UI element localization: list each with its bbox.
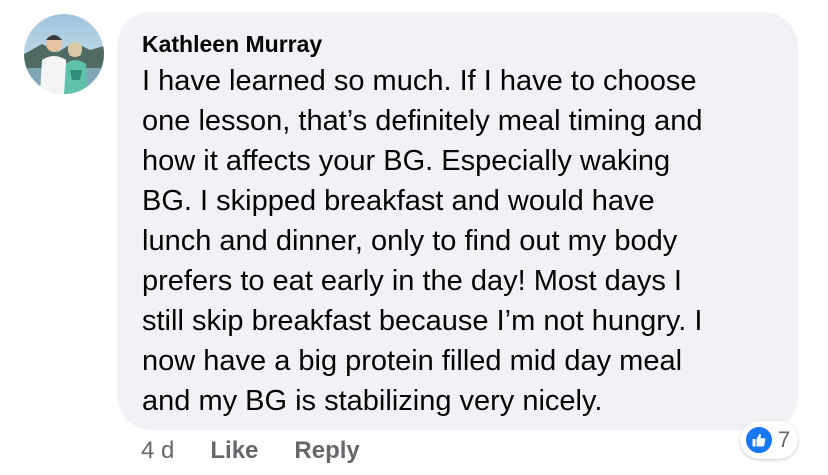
comment-line: I have learned so much. If I have to cho… [142, 65, 697, 97]
comment-line: prefers to eat early in the day! Most da… [142, 265, 682, 297]
comment-line: still skip breakfast because I’m not hun… [142, 305, 703, 337]
like-button[interactable]: Like [210, 437, 258, 465]
comment-line: how it affects your BG. Especially wakin… [142, 145, 671, 177]
comment-line: BG. I skipped breakfast and would have [142, 185, 655, 217]
avatar[interactable] [24, 14, 104, 94]
comment-body: I have learned so much. If I have to cho… [142, 61, 774, 421]
comment-line: lunch and dinner, only to find out my bo… [142, 225, 678, 257]
reaction-summary[interactable]: 7 [740, 421, 799, 459]
comment-bubble: Kathleen Murray I have learned so much. … [117, 12, 798, 430]
comment-timestamp[interactable]: 4 d [141, 437, 174, 465]
reply-button[interactable]: Reply [294, 437, 359, 465]
comment-line: and my BG is stabilizing very nicely. [142, 385, 603, 417]
like-reaction-badge [744, 425, 774, 455]
comment-actions: 4 d Like Reply [141, 437, 360, 465]
comment-author[interactable]: Kathleen Murray [142, 29, 322, 59]
comment-line: one lesson, that’s definitely meal timin… [142, 105, 703, 137]
profile-photo-icon [24, 14, 104, 94]
comment: Kathleen Murray I have learned so much. … [0, 0, 828, 475]
thumbs-up-icon [752, 434, 766, 447]
reaction-count: 7 [778, 427, 791, 452]
comment-line: now have a big protein filled mid day me… [142, 345, 683, 377]
